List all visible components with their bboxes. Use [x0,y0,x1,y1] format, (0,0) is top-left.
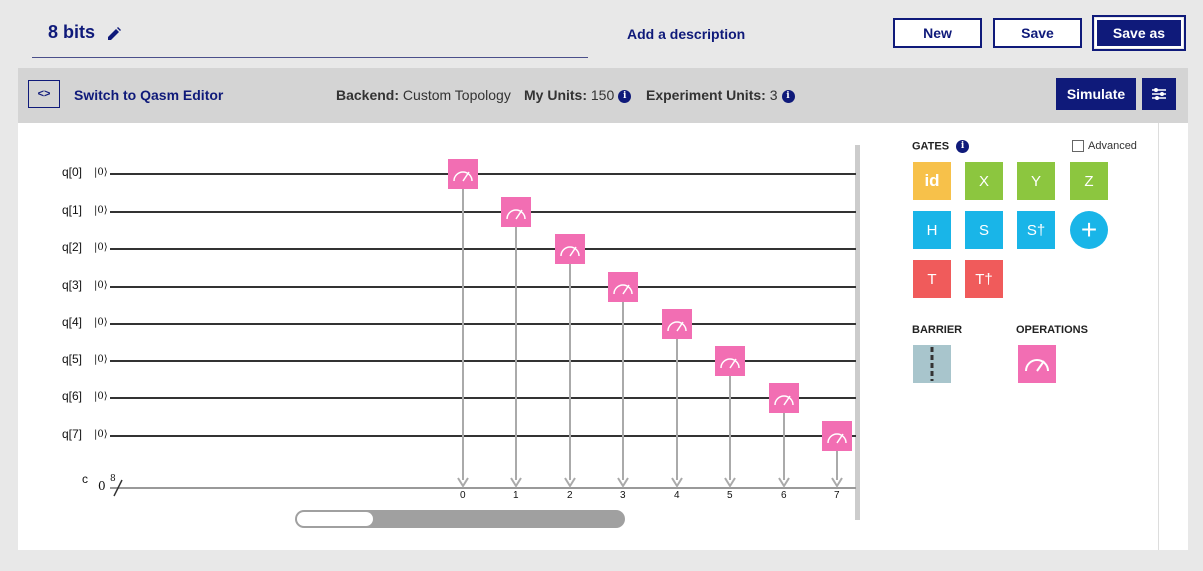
classical-bit-index: 7 [834,490,840,501]
initial-state-label: |0⟩ [94,167,108,178]
barrier-gate[interactable] [913,345,951,383]
gate-h[interactable]: H [913,211,951,249]
gate-id[interactable]: id [913,162,951,200]
classical-bit-index: 4 [674,490,680,501]
qubit-label: q[2] [62,240,83,254]
gate-s-dagger[interactable]: S† [1017,211,1055,249]
measure-icon [1025,359,1049,372]
classical-bit-index: 3 [620,490,626,501]
gate-y[interactable]: Y [1017,162,1055,200]
circuit-svg [110,145,860,520]
measure-gate[interactable] [501,197,531,227]
measure-gate[interactable] [662,309,692,339]
initial-state-label: |0⟩ [94,242,108,253]
advanced-checkbox[interactable] [1072,140,1084,152]
qubit-label: q[3] [62,278,83,292]
circuit-edge [855,145,860,520]
gate-x[interactable]: X [965,162,1003,200]
gate-t[interactable]: T [913,260,951,298]
measure-gate[interactable] [822,421,852,451]
operations-title: OPERATIONS [1016,324,1088,336]
measure-gate[interactable] [555,234,585,264]
initial-state-label: |0⟩ [94,280,108,291]
scrollbar-thumb[interactable] [297,512,373,526]
gates-title-text: GATES [912,140,950,153]
measure-operation[interactable] [1018,345,1056,383]
qubit-label: q[1] [62,203,83,217]
gates-title: GATES i [912,140,970,153]
classical-bit-index: 6 [781,490,787,501]
classical-bit-index: 5 [727,490,733,501]
qubit-label: q[6] [62,389,83,403]
classical-bit-index: 1 [513,490,519,501]
horizontal-scrollbar[interactable] [295,510,625,528]
initial-state-label: |0⟩ [94,429,108,440]
qubit-label: q[0] [62,165,83,179]
classical-width: 8 [110,474,116,484]
qubit-label: q[7] [62,427,83,441]
qubit-label: q[5] [62,352,83,366]
initial-state-label: |0⟩ [94,205,108,216]
classical-value: 0 [98,479,106,493]
measure-gate[interactable] [448,159,478,189]
gate-s[interactable]: S [965,211,1003,249]
initial-state-label: |0⟩ [94,391,108,402]
gate-z[interactable]: Z [1070,162,1108,200]
info-icon[interactable]: i [956,140,970,153]
measure-gate[interactable] [769,383,799,413]
initial-state-label: |0⟩ [94,317,108,328]
measure-gate[interactable] [715,346,745,376]
classical-bit-index: 2 [567,490,573,501]
advanced-toggle[interactable]: Advanced [1072,140,1137,152]
initial-state-label: |0⟩ [94,354,108,365]
gate-t-dagger[interactable]: T† [965,260,1003,298]
gate-add[interactable]: + [1070,211,1108,249]
classical-bit-index: 0 [460,490,466,501]
classical-label: c [82,472,88,486]
measure-gate[interactable] [608,272,638,302]
qubit-label: q[4] [62,315,83,329]
advanced-label: Advanced [1088,140,1137,152]
barrier-title: BARRIER [912,324,963,336]
